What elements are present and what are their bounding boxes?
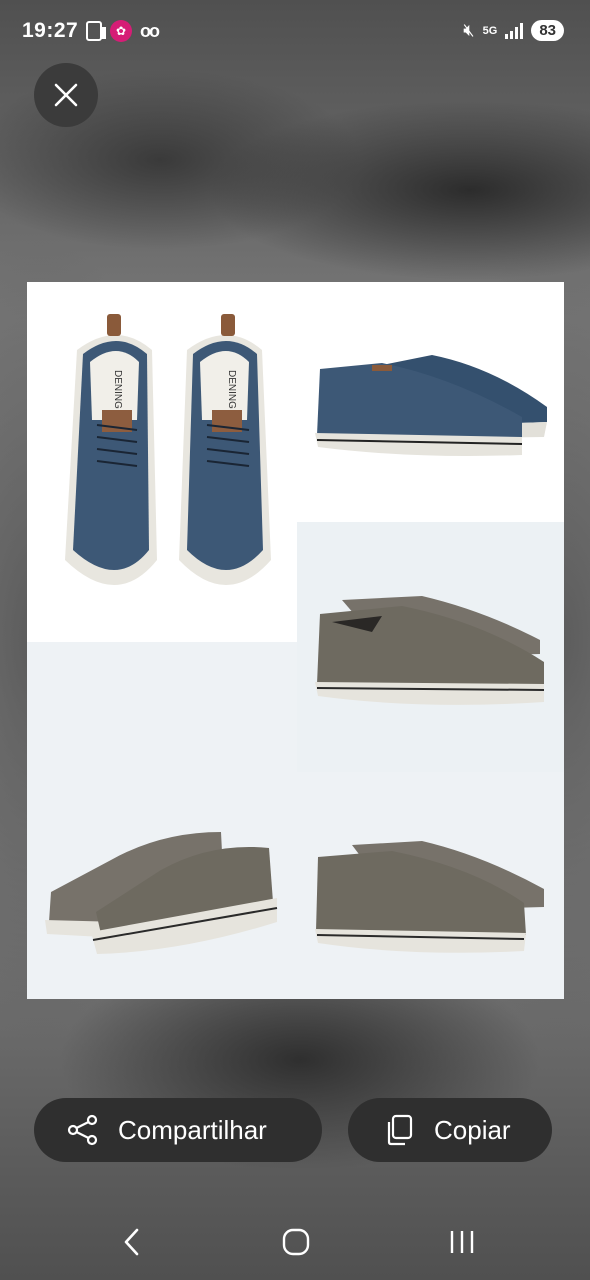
back-icon (124, 1228, 139, 1256)
signal-icon (505, 22, 524, 39)
gray-shoes-side-view (315, 596, 545, 705)
battery-icon: 83 (531, 20, 564, 41)
sim-icon (86, 21, 106, 41)
share-button-label: Compartilhar (118, 1114, 267, 1145)
5g-icon: 5G (482, 24, 498, 37)
share-button[interactable]: Compartilhar (34, 1098, 322, 1162)
navigation-bar (0, 1200, 590, 1280)
status-time: 19:27 (22, 19, 79, 42)
voicemail-icon: oo (140, 20, 160, 41)
brand-label-2: DENING (226, 370, 237, 409)
recents-icon (450, 1231, 474, 1253)
brand-label: DENING (112, 370, 123, 409)
close-icon (54, 83, 78, 107)
copy-button[interactable]: Copiar (348, 1098, 552, 1162)
home-button[interactable] (276, 1222, 316, 1262)
gray-shoes-side-view-2 (315, 841, 544, 953)
blue-shoes-side-view (315, 355, 547, 456)
home-icon (282, 1228, 310, 1256)
product-image[interactable]: DENING DENING (27, 282, 564, 999)
gray-shoes-pair-view (45, 832, 278, 954)
back-button[interactable] (112, 1222, 152, 1262)
recents-button[interactable] (442, 1222, 482, 1262)
mute-icon: 🔇︎ (463, 20, 475, 40)
copy-icon (387, 1114, 413, 1146)
copy-button-label: Copiar (434, 1114, 511, 1145)
status-bar: 19:27 ✿ oo 🔇︎ 5G 83 (0, 0, 590, 62)
app-notification-icon: ✿ (110, 20, 132, 42)
close-button[interactable] (34, 63, 98, 127)
share-icon (67, 1114, 98, 1146)
blue-shoes-top-view: DENING DENING (65, 314, 271, 585)
